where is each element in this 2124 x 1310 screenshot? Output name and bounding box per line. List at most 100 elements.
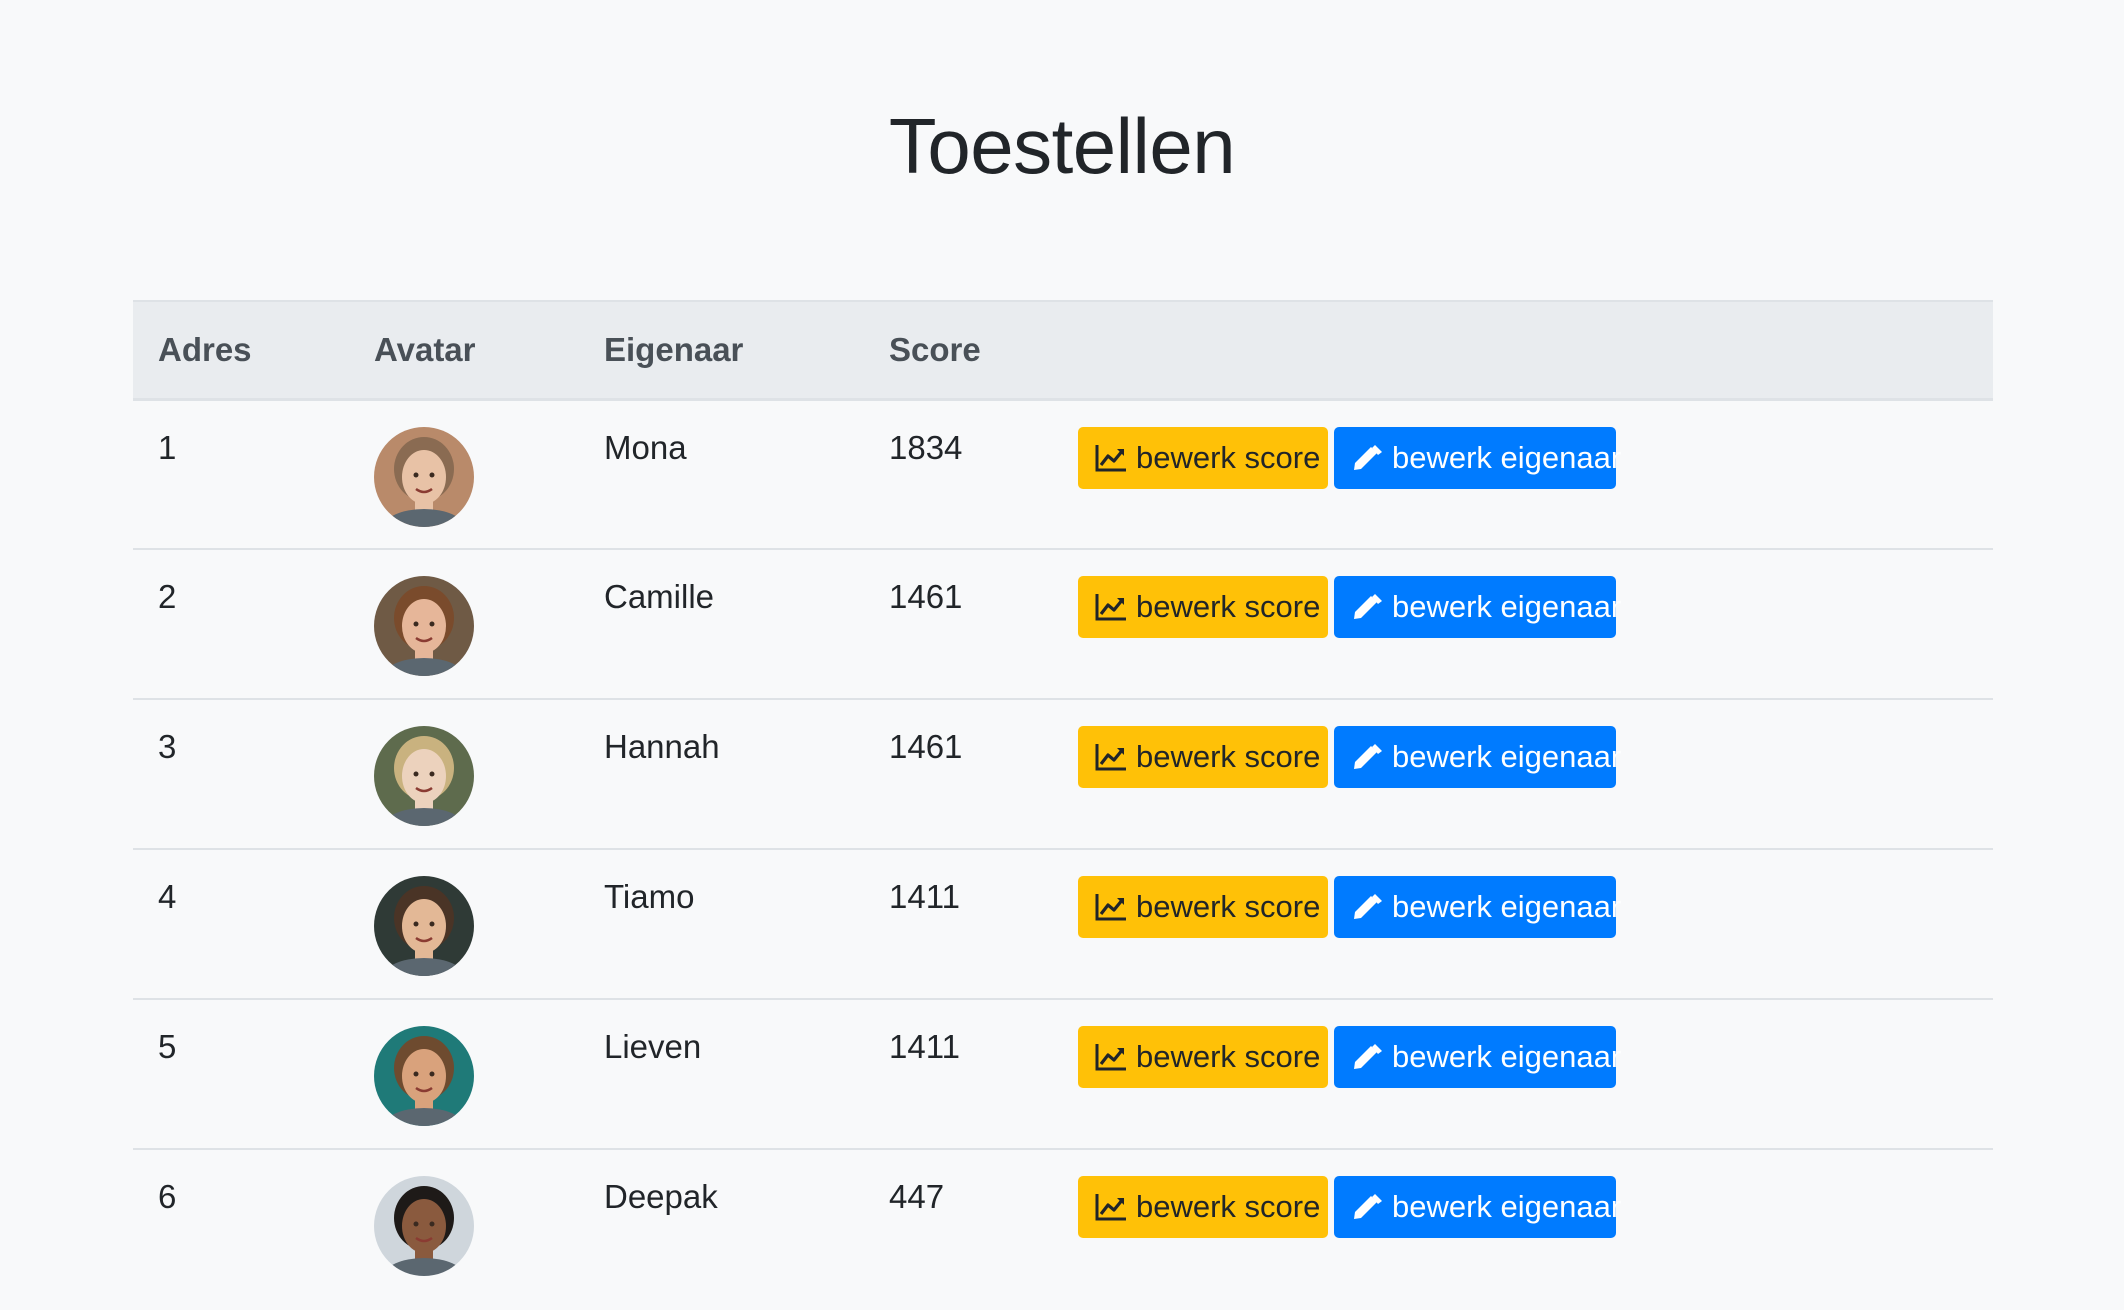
edit-owner-button[interactable]: bewerk eigenaar (1334, 426, 1621, 489)
pencil-icon (1350, 592, 1384, 622)
address-cell: 6 (133, 1149, 349, 1299)
score-cell: 1461 (864, 699, 1078, 850)
avatar-cell (349, 849, 579, 1000)
edit-owner-button[interactable]: bewerk eigenaar (1334, 726, 1621, 788)
table-row-3: 3 Hannah 1461 bewerk score bewerk eigena… (133, 699, 1993, 850)
address-value: 2 (158, 578, 177, 615)
table-row-1: 1 Mona 1834 bewerk score bewerk eigenaar (133, 399, 1993, 550)
edit-owner-label: bewerk eigenaar (1392, 1039, 1622, 1074)
edit-score-button[interactable]: bewerk score (1078, 726, 1328, 788)
score-value: 1411 (889, 1028, 960, 1065)
avatar-cell (349, 999, 579, 1150)
score-value: 1461 (889, 728, 963, 765)
avatar-cell (349, 1149, 579, 1299)
edit-owner-label: bewerk eigenaar (1392, 739, 1622, 774)
owner-name: Lieven (604, 1028, 702, 1065)
avatar-cell (349, 549, 579, 700)
column-header-address: Adres (133, 300, 349, 401)
line-chart-icon (1094, 592, 1128, 622)
address-value: 5 (158, 1028, 177, 1065)
edit-score-button[interactable]: bewerk score (1078, 1026, 1328, 1088)
edit-owner-button[interactable]: bewerk eigenaar (1334, 576, 1621, 638)
address-cell: 5 (133, 999, 349, 1150)
actions-cell: bewerk score bewerk eigenaar (1078, 1149, 1993, 1299)
avatar (374, 576, 474, 676)
owner-name: Hannah (604, 728, 720, 765)
avatar-cell (349, 699, 579, 850)
table-row-2: 2 Camille 1461 bewerk score bewerk eigen… (133, 549, 1993, 700)
devices-table-container: Adres Avatar Eigenaar Score 1 Mona 1834 … (133, 300, 1993, 1299)
address-value: 3 (158, 728, 177, 765)
column-header-avatar: Avatar (349, 300, 579, 401)
edit-owner-button[interactable]: bewerk eigenaar (1334, 876, 1621, 938)
edit-score-label: bewerk score (1136, 739, 1321, 774)
actions-cell: bewerk score bewerk eigenaar (1078, 399, 1993, 550)
edit-owner-button[interactable]: bewerk eigenaar (1334, 1026, 1621, 1088)
line-chart-icon (1094, 443, 1128, 473)
owner-cell: Camille (579, 549, 864, 700)
edit-owner-button[interactable]: bewerk eigenaar (1334, 1176, 1621, 1238)
edit-score-button[interactable]: bewerk score (1078, 876, 1328, 938)
pencil-icon (1350, 1042, 1384, 1072)
table-row-4: 4 Tiamo 1411 bewerk score bewerk eigenaa… (133, 849, 1993, 1000)
actions-cell: bewerk score bewerk eigenaar (1078, 999, 1993, 1150)
owner-name: Tiamo (604, 878, 695, 915)
table-body: 1 Mona 1834 bewerk score bewerk eigenaar… (133, 399, 1993, 1299)
column-header-owner: Eigenaar (579, 300, 864, 401)
score-value: 1834 (889, 428, 963, 466)
score-cell: 1411 (864, 849, 1078, 1000)
score-value: 1461 (889, 578, 963, 615)
score-cell: 1834 (864, 399, 1078, 550)
owner-name: Mona (604, 428, 687, 466)
address-cell: 3 (133, 699, 349, 850)
address-cell: 1 (133, 399, 349, 550)
edit-score-label: bewerk score (1136, 439, 1321, 475)
edit-score-button[interactable]: bewerk score (1078, 1176, 1328, 1238)
table-row-6: 6 Deepak 447 bewerk score bewerk eigenaa… (133, 1149, 1993, 1299)
table-header: Adres Avatar Eigenaar Score (133, 300, 1993, 401)
edit-owner-label: bewerk eigenaar (1392, 439, 1622, 475)
owner-cell: Tiamo (579, 849, 864, 1000)
pencil-icon (1350, 742, 1384, 772)
edit-score-label: bewerk score (1136, 589, 1321, 624)
line-chart-icon (1094, 742, 1128, 772)
owner-cell: Lieven (579, 999, 864, 1150)
table-header-row: Adres Avatar Eigenaar Score (133, 300, 1993, 401)
score-value: 447 (889, 1178, 945, 1215)
pencil-icon (1350, 443, 1384, 473)
address-value: 1 (158, 428, 177, 466)
page-title: Toestellen (888, 102, 1236, 190)
pencil-icon (1350, 1192, 1384, 1222)
line-chart-icon (1094, 1042, 1128, 1072)
edit-score-button[interactable]: bewerk score (1078, 426, 1328, 489)
owner-cell: Hannah (579, 699, 864, 850)
edit-score-label: bewerk score (1136, 889, 1321, 924)
column-header-score: Score (864, 300, 1078, 401)
address-cell: 4 (133, 849, 349, 1000)
edit-score-label: bewerk score (1136, 1039, 1321, 1074)
devices-table: Adres Avatar Eigenaar Score 1 Mona 1834 … (133, 300, 1993, 1299)
pencil-icon (1350, 892, 1384, 922)
avatar (374, 1026, 474, 1126)
avatar (374, 726, 474, 826)
edit-owner-label: bewerk eigenaar (1392, 889, 1622, 924)
address-cell: 2 (133, 549, 349, 700)
avatar (374, 426, 474, 527)
edit-owner-label: bewerk eigenaar (1392, 1189, 1622, 1224)
score-value: 1411 (889, 878, 960, 915)
edit-owner-label: bewerk eigenaar (1392, 589, 1622, 624)
edit-score-label: bewerk score (1136, 1189, 1321, 1224)
line-chart-icon (1094, 1192, 1128, 1222)
column-header-actions (1078, 300, 1993, 401)
avatar (374, 876, 474, 976)
address-value: 4 (158, 878, 177, 915)
owner-name: Deepak (604, 1178, 718, 1215)
avatar (374, 1176, 474, 1276)
table-row-5: 5 Lieven 1411 bewerk score bewerk eigena… (133, 999, 1993, 1150)
owner-cell: Mona (579, 399, 864, 550)
address-value: 6 (158, 1178, 177, 1215)
score-cell: 1461 (864, 549, 1078, 700)
edit-score-button[interactable]: bewerk score (1078, 576, 1328, 638)
score-cell: 447 (864, 1149, 1078, 1299)
actions-cell: bewerk score bewerk eigenaar (1078, 849, 1993, 1000)
